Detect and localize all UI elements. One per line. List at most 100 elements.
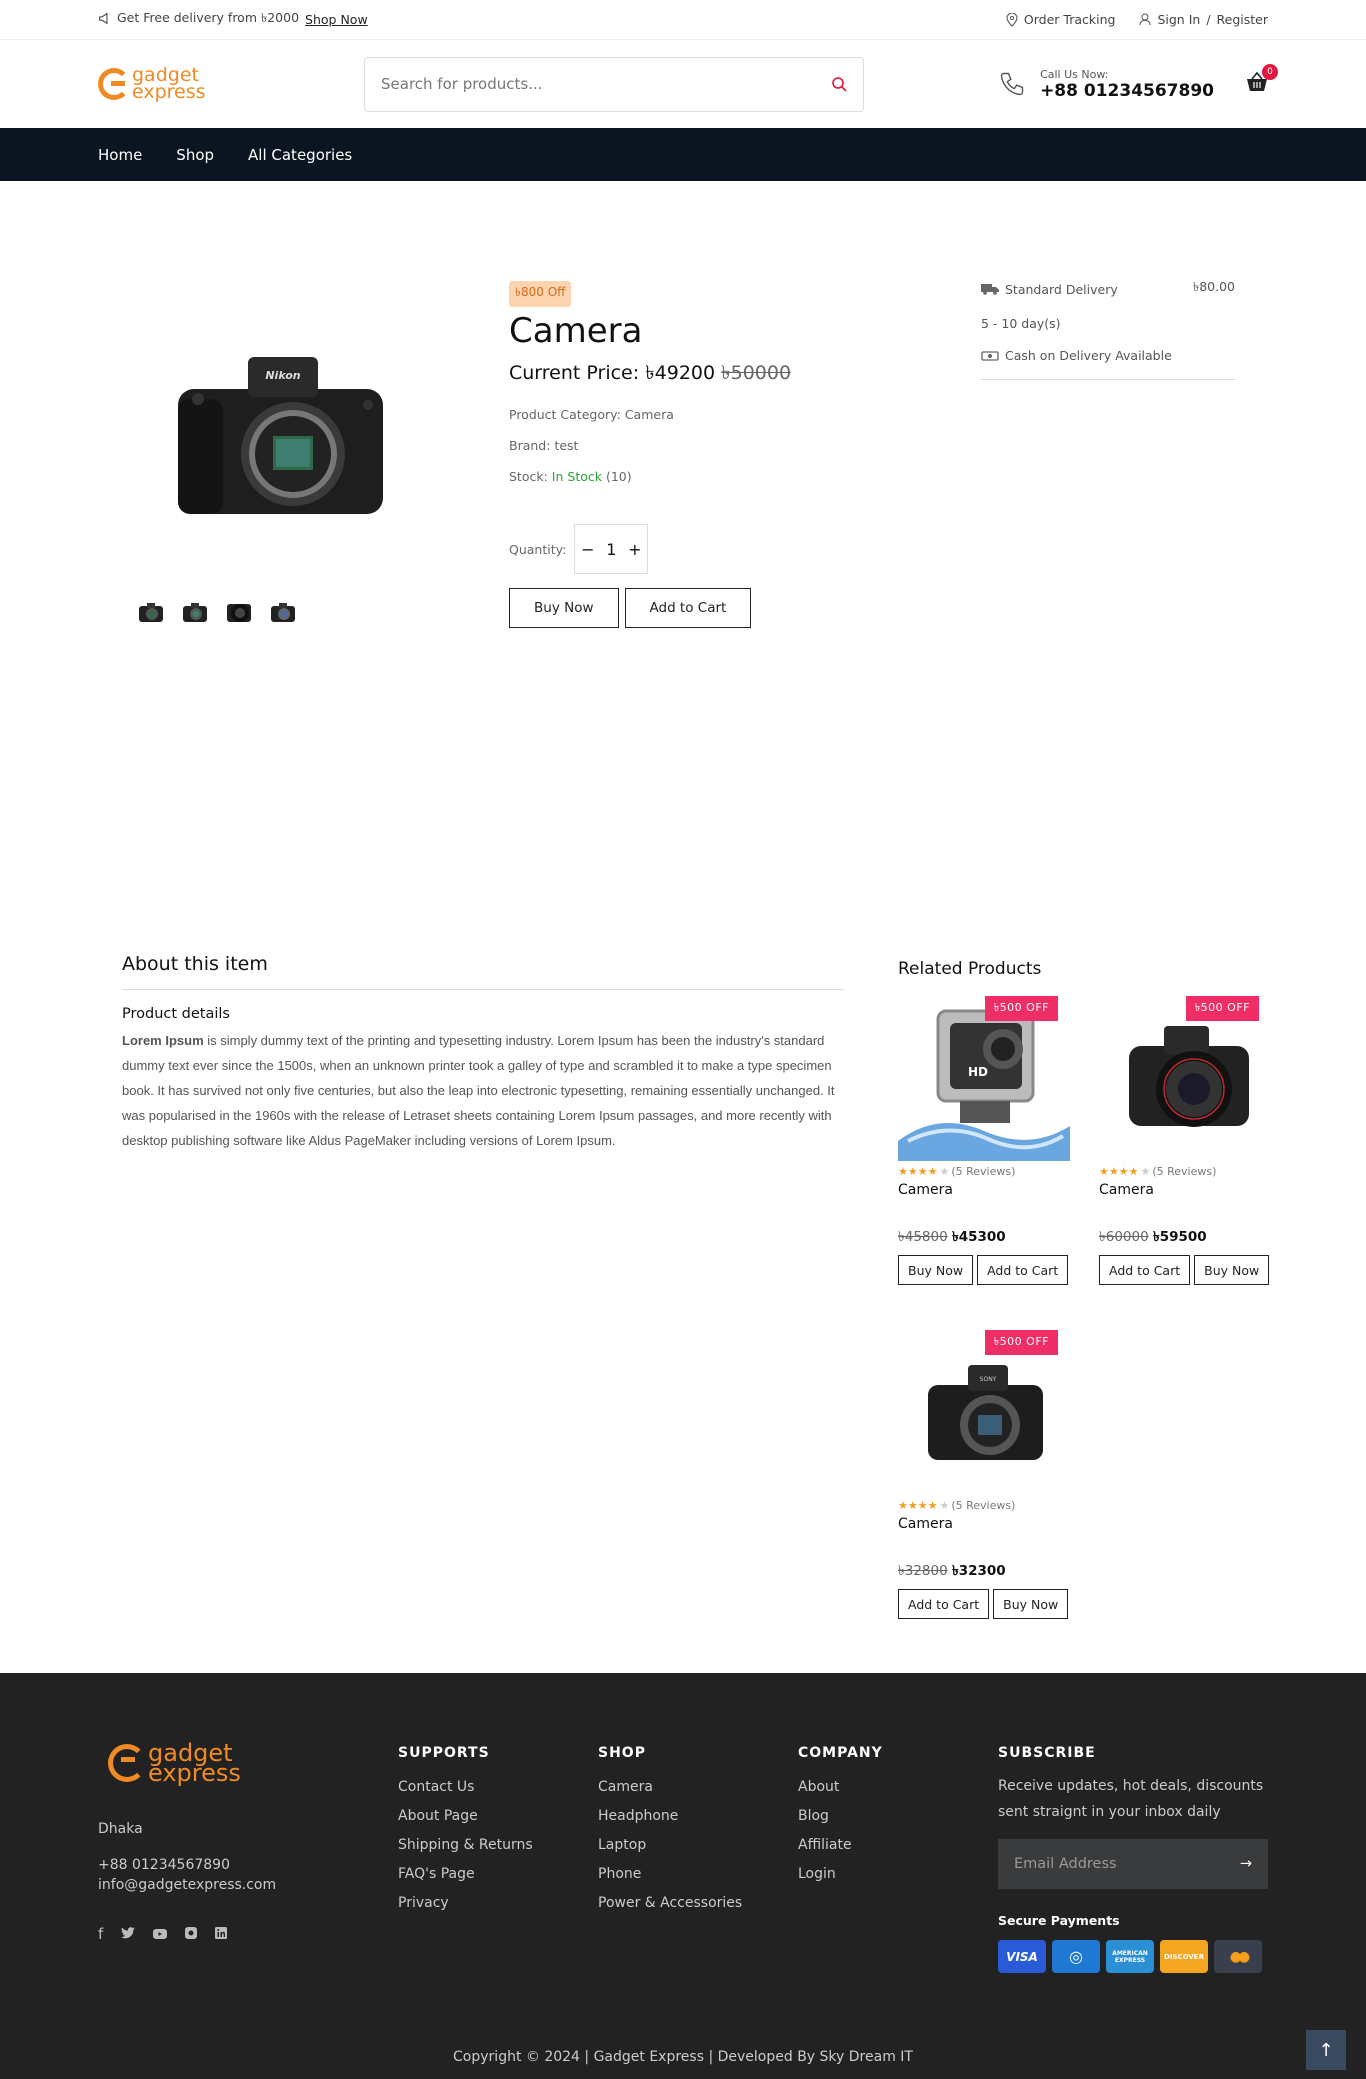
minus-button[interactable]: − bbox=[581, 540, 594, 559]
quantity-value[interactable]: 1 bbox=[606, 540, 616, 559]
plus-button[interactable]: + bbox=[628, 540, 641, 559]
add-to-cart-button[interactable]: Add to Cart bbox=[977, 1255, 1069, 1285]
footer-phone: +88 01234567890 bbox=[98, 1857, 230, 1873]
footer-link-affiliate[interactable]: Affiliate bbox=[798, 1837, 883, 1853]
top-bar: Get Free delivery from ৳2000 Shop Now Or… bbox=[0, 0, 1366, 40]
product-actions: Buy Now Add to Cart bbox=[509, 588, 949, 628]
footer-link-headphone[interactable]: Headphone bbox=[598, 1808, 742, 1824]
subscribe-text: Receive updates, hot deals, discounts se… bbox=[998, 1778, 1264, 1820]
related-product-card[interactable]: SONY ৳500 OFF ★★★★ ★ (5 Reviews) Camera ৳3… bbox=[898, 1325, 1070, 1619]
footer-link-camera[interactable]: Camera bbox=[598, 1779, 742, 1795]
add-to-cart-button[interactable]: Add to Cart bbox=[1099, 1255, 1191, 1285]
cod-label: Cash on Delivery Available bbox=[1005, 348, 1172, 363]
delivery-info: Standard Delivery ৳80.00 5 - 10 day(s) C… bbox=[981, 279, 1235, 380]
related-discount-tag: ৳500 OFF bbox=[984, 996, 1058, 1021]
logo-text: gadget express bbox=[132, 64, 206, 103]
facebook-icon[interactable]: f bbox=[98, 1925, 103, 1943]
cash-icon bbox=[981, 350, 999, 361]
footer-link-shipping[interactable]: Shipping & Returns bbox=[398, 1837, 533, 1853]
nav-shop[interactable]: Shop bbox=[176, 146, 214, 164]
search-input[interactable]: Search for products... bbox=[364, 56, 864, 112]
quantity-stepper: − 1 + bbox=[574, 524, 649, 574]
footer-link-blog[interactable]: Blog bbox=[798, 1808, 883, 1824]
footer-link-accessories[interactable]: Power & Accessories bbox=[598, 1895, 742, 1911]
footer-link-about-company[interactable]: About bbox=[798, 1779, 883, 1795]
product-brand: Brand: test bbox=[509, 438, 579, 453]
mastercard-icon: ●● bbox=[1214, 1940, 1262, 1973]
footer-link-faq[interactable]: FAQ's Page bbox=[398, 1866, 533, 1882]
promo-text: Get Free delivery from ৳2000 bbox=[117, 9, 300, 25]
cart-button[interactable]: 0 bbox=[1246, 64, 1278, 96]
related-product-price: ৳32800 ৳32300 bbox=[898, 1563, 1006, 1579]
arrow-up-icon: ↑ bbox=[1318, 2039, 1334, 2061]
related-product-name[interactable]: Camera bbox=[898, 1516, 1070, 1532]
buy-now-button[interactable]: Buy Now bbox=[898, 1255, 974, 1285]
related-title: Related Products bbox=[898, 959, 1042, 979]
discover-icon: DISCOVER bbox=[1160, 1940, 1208, 1973]
related-product-card[interactable]: ৳500 OFF ★★★★ ★ (5 Reviews) Camera ৳60000 … bbox=[1099, 991, 1271, 1285]
related-product-image[interactable]: ৳500 OFF bbox=[1099, 991, 1271, 1161]
stock-status: In Stock bbox=[551, 469, 602, 484]
youtube-icon[interactable] bbox=[153, 1925, 168, 1943]
buy-now-button[interactable]: Buy Now bbox=[993, 1589, 1069, 1619]
thumbnail-1[interactable] bbox=[136, 599, 166, 625]
quantity-label: Quantity: bbox=[509, 541, 567, 557]
nav-all-categories[interactable]: All Categories bbox=[248, 146, 352, 164]
thumbnail-4[interactable] bbox=[268, 599, 298, 625]
supports-title: SUPPORTS bbox=[398, 1745, 490, 1761]
register-link[interactable]: Register bbox=[1217, 12, 1268, 27]
related-product-name[interactable]: Camera bbox=[1099, 1182, 1271, 1198]
footer-link-login[interactable]: Login bbox=[798, 1866, 883, 1882]
instagram-icon[interactable] bbox=[185, 1925, 198, 1943]
discount-badge: ৳800 Off bbox=[509, 281, 572, 307]
nav-home[interactable]: Home bbox=[98, 146, 142, 164]
footer-subscribe: SUBSCRIBE Receive updates, hot deals, di… bbox=[998, 1745, 1278, 1973]
call-number[interactable]: +88 01234567890 bbox=[1040, 81, 1214, 101]
product-details-heading: Product details bbox=[122, 1006, 230, 1022]
about-title: About this item bbox=[122, 953, 844, 990]
site-logo[interactable]: gadget express bbox=[98, 64, 266, 103]
search-placeholder: Search for products... bbox=[381, 75, 543, 93]
footer-link-contact[interactable]: Contact Us bbox=[398, 1779, 533, 1795]
footer-link-laptop[interactable]: Laptop bbox=[598, 1837, 742, 1853]
order-tracking-label: Order Tracking bbox=[1023, 12, 1116, 27]
related-product-image[interactable]: SONY ৳500 OFF bbox=[898, 1325, 1070, 1495]
related-product-image[interactable]: HD ৳500 OFF bbox=[898, 991, 1070, 1161]
related-products: Related Products HD ৳500 OFF ★★★★ ★ (5 R… bbox=[898, 959, 1271, 1619]
site-header: gadget express Search for products... Cal… bbox=[0, 40, 1366, 128]
arrow-right-icon[interactable]: → bbox=[1240, 1856, 1252, 1872]
subscribe-title: SUBSCRIBE bbox=[998, 1745, 1096, 1761]
order-tracking-link[interactable]: Order Tracking bbox=[1006, 12, 1116, 27]
linkedin-icon[interactable] bbox=[215, 1925, 228, 1943]
buy-now-button[interactable]: Buy Now bbox=[509, 588, 619, 628]
product-category: Product Category: Camera bbox=[509, 407, 674, 422]
call-us-box: Call Us Now: +88 01234567890 0 bbox=[998, 64, 1278, 101]
search-icon[interactable] bbox=[831, 76, 847, 92]
footer-logo[interactable]: gadget express bbox=[108, 1741, 276, 1785]
amex-icon: AMERICAN EXPRESS bbox=[1106, 1940, 1154, 1973]
delivery-days: 5 - 10 day(s) bbox=[981, 316, 1061, 331]
product-main-image[interactable]: Nikon bbox=[168, 339, 393, 529]
related-product-card[interactable]: HD ৳500 OFF ★★★★ ★ (5 Reviews) Camera ৳458… bbox=[898, 991, 1070, 1285]
back-to-top-button[interactable]: ↑ bbox=[1306, 2030, 1346, 2070]
thumbnail-3[interactable] bbox=[224, 599, 254, 625]
add-to-cart-button[interactable]: Add to Cart bbox=[898, 1589, 990, 1619]
thumbnail-2[interactable] bbox=[180, 599, 210, 625]
related-product-name[interactable]: Camera bbox=[898, 1182, 1070, 1198]
related-product-price: ৳60000 ৳59500 bbox=[1099, 1229, 1207, 1245]
footer-link-phone[interactable]: Phone bbox=[598, 1866, 742, 1882]
twitter-icon[interactable] bbox=[121, 1925, 136, 1943]
footer-link-about[interactable]: About Page bbox=[398, 1808, 533, 1824]
standard-delivery-label: Standard Delivery bbox=[1005, 281, 1118, 297]
buy-now-button[interactable]: Buy Now bbox=[1194, 1255, 1270, 1285]
sign-in-link[interactable]: Sign In bbox=[1157, 12, 1200, 27]
footer-company: COMPANY About Blog Affiliate Login bbox=[798, 1745, 883, 1895]
add-to-cart-button[interactable]: Add to Cart bbox=[624, 588, 752, 628]
visa-icon: VISA bbox=[998, 1940, 1046, 1973]
email-field[interactable]: Email Address → bbox=[998, 1839, 1268, 1889]
social-links: f bbox=[98, 1925, 228, 1943]
promo-bar: Get Free delivery from ৳2000 Shop Now bbox=[98, 10, 368, 30]
phone-icon bbox=[1000, 72, 1024, 96]
shop-now-link[interactable]: Shop Now bbox=[305, 12, 368, 27]
footer-link-privacy[interactable]: Privacy bbox=[398, 1895, 533, 1911]
